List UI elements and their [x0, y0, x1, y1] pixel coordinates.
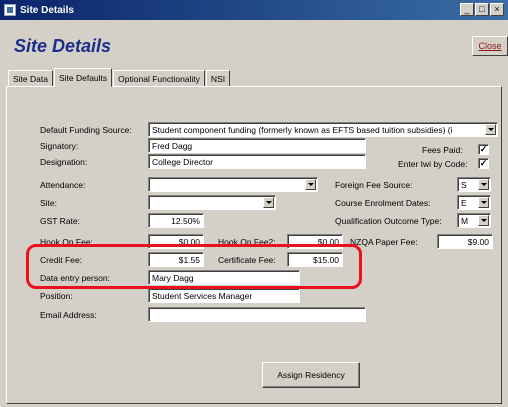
attendance-select[interactable]: [148, 177, 318, 192]
title-bar: Site Details _ □ ×: [0, 0, 508, 20]
enter-iwi-by-code-checkbox[interactable]: ✓: [478, 158, 489, 169]
chevron-down-icon[interactable]: [485, 124, 496, 135]
qualification-outcome-type-select[interactable]: M: [457, 213, 491, 228]
tab-nsi[interactable]: NSI: [205, 70, 231, 87]
site-label: Site:: [40, 198, 58, 208]
maximize-button[interactable]: □: [475, 3, 489, 16]
gst-rate-input[interactable]: 12.50%: [148, 213, 204, 228]
signatory-input[interactable]: Fred Dagg: [148, 138, 366, 153]
qualification-outcome-type-label: Qualification Outcome Type:: [335, 216, 442, 226]
nzqa-paper-fee-input[interactable]: $9.00: [437, 234, 493, 249]
position-input[interactable]: Student Services Manager: [148, 288, 300, 303]
gst-rate-label: GST Rate:: [40, 216, 80, 226]
nzqa-paper-fee-label: NZQA Paper Fee:: [350, 237, 418, 247]
default-funding-source-label: Default Funding Source:: [40, 125, 132, 135]
chevron-down-icon[interactable]: [478, 215, 489, 226]
page-title: Site Details: [14, 36, 112, 56]
fees-paid-checkbox[interactable]: ✓: [478, 144, 489, 155]
window-title: Site Details: [20, 4, 74, 16]
foreign-fee-source-label: Foreign Fee Source:: [335, 180, 413, 190]
tab-optional-functionality[interactable]: Optional Functionality: [113, 70, 205, 87]
chevron-down-icon[interactable]: [263, 197, 274, 208]
enter-iwi-by-code-label: Enter Iwi by Code:: [398, 159, 468, 169]
designation-label: Designation:: [40, 157, 88, 167]
chevron-down-icon[interactable]: [478, 179, 489, 190]
window-controls: _ □ ×: [460, 3, 504, 16]
email-address-label: Email Address:: [40, 310, 97, 320]
email-address-input[interactable]: [148, 307, 366, 322]
course-enrolment-dates-select[interactable]: E: [457, 195, 491, 210]
attendance-label: Attendance:: [40, 180, 86, 190]
position-label: Position:: [40, 291, 73, 301]
close-button[interactable]: Close: [472, 36, 508, 56]
designation-input[interactable]: College Director: [148, 154, 366, 169]
default-funding-source-value: Student component funding (formerly know…: [152, 125, 453, 135]
fees-paid-label: Fees Paid:: [422, 145, 463, 155]
chevron-down-icon[interactable]: [478, 197, 489, 208]
default-funding-source-select[interactable]: Student component funding (formerly know…: [148, 122, 498, 137]
tab-strip: Site Data Site Defaults Optional Functio…: [8, 68, 231, 87]
app-icon: [4, 4, 16, 16]
foreign-fee-source-select[interactable]: S: [457, 177, 491, 192]
site-select[interactable]: [148, 195, 276, 210]
chevron-down-icon[interactable]: [305, 179, 316, 190]
site-details-window: Site Details Close Site Data Site Defaul…: [0, 20, 508, 407]
minimize-button[interactable]: _: [460, 3, 474, 16]
assign-residency-button[interactable]: Assign Residency: [262, 362, 360, 388]
close-window-button[interactable]: ×: [490, 3, 504, 16]
tab-site-defaults[interactable]: Site Defaults: [53, 68, 113, 87]
tab-site-data[interactable]: Site Data: [8, 70, 53, 87]
fees-highlight-annotation: [26, 244, 362, 289]
course-enrolment-dates-label: Course Enrolment Dates:: [335, 198, 431, 208]
signatory-label: Signatory:: [40, 141, 79, 151]
